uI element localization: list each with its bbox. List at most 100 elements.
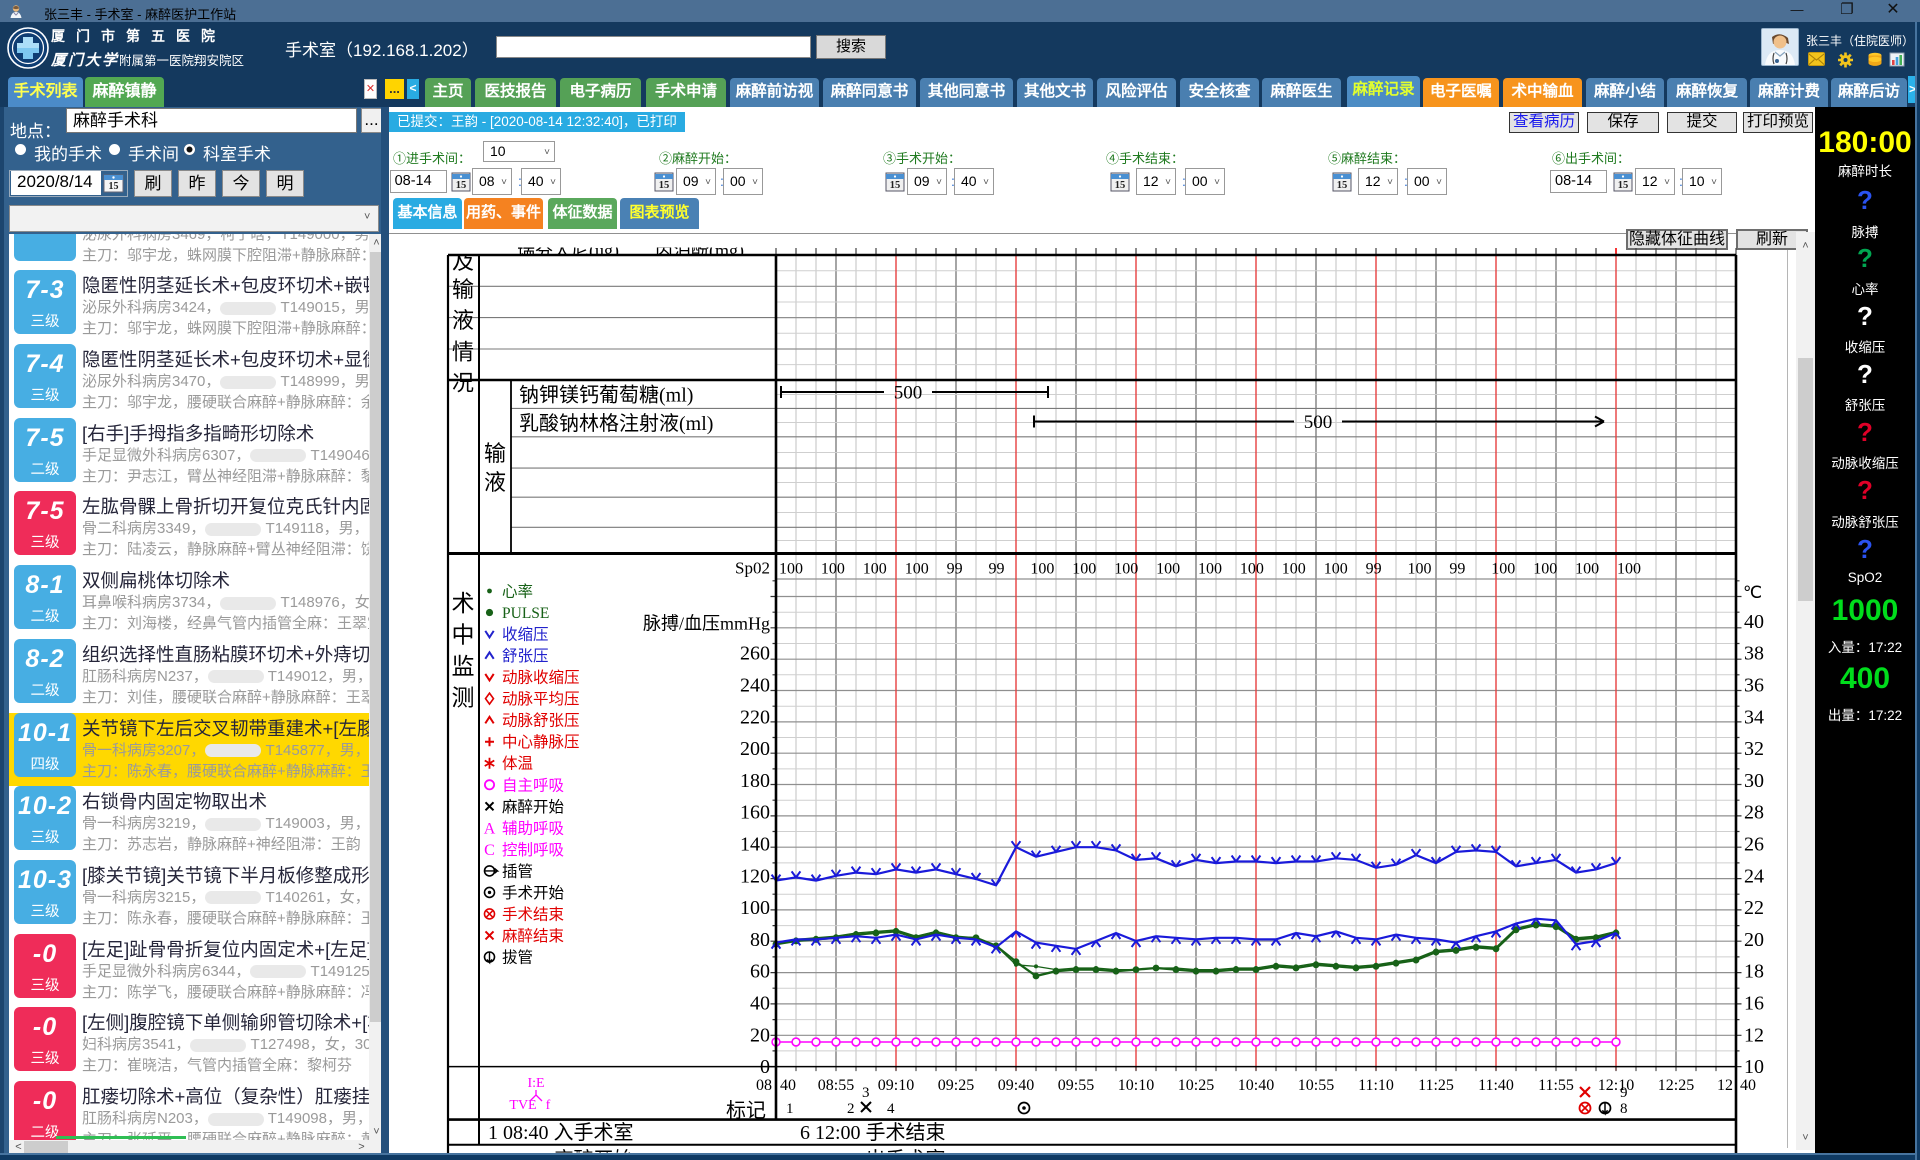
svg-text:38: 38 [1744, 643, 1764, 665]
svg-text:100: 100 [779, 561, 803, 578]
svg-text:100: 100 [1240, 561, 1264, 578]
svg-text:测: 测 [452, 686, 475, 711]
svg-text:99: 99 [947, 561, 963, 578]
svg-text:11:25: 11:25 [1418, 1077, 1454, 1094]
svg-text:100: 100 [1030, 561, 1054, 578]
svg-text:32: 32 [1744, 738, 1764, 760]
svg-text:200: 200 [740, 738, 770, 760]
svg-text:100: 100 [740, 897, 770, 919]
svg-text:液: 液 [484, 470, 506, 495]
svg-text:10:55: 10:55 [1298, 1077, 1334, 1094]
svg-text:100: 100 [1408, 561, 1432, 578]
svg-text:钠钾镁钙葡萄糖(ml): 钠钾镁钙葡萄糖(ml) [519, 384, 693, 407]
svg-text:15: 15 [1115, 180, 1126, 191]
svg-text:PULSE: PULSE [502, 605, 549, 622]
svg-text:中: 中 [452, 623, 475, 648]
svg-text:120: 120 [740, 865, 770, 887]
svg-text:10:10: 10:10 [1118, 1077, 1154, 1094]
svg-text:2: 2 [847, 1101, 855, 1117]
svg-text:140: 140 [740, 834, 770, 856]
svg-text:18: 18 [1744, 961, 1764, 983]
svg-text:术: 术 [452, 591, 475, 616]
svg-text:100: 100 [1617, 561, 1641, 578]
svg-text:15: 15 [109, 181, 119, 192]
svg-text:瑞芬太尼(ug) 丙泊酚(mg): 瑞芬太尼(ug) 丙泊酚(mg) [517, 241, 744, 262]
svg-text:15: 15 [1618, 180, 1629, 191]
svg-text:10: 10 [1744, 1056, 1764, 1078]
svg-text:220: 220 [740, 706, 770, 728]
svg-text:15: 15 [456, 180, 467, 191]
svg-text:中心静脉压: 中心静脉压 [502, 733, 580, 751]
svg-text:脉搏/血压mmHg: 脉搏/血压mmHg [643, 614, 770, 634]
svg-text:动脉收缩压: 动脉收缩压 [502, 669, 580, 687]
svg-text:40: 40 [780, 1077, 796, 1094]
svg-text:液: 液 [452, 308, 474, 333]
svg-text:输: 输 [484, 441, 506, 466]
svg-text:11:40: 11:40 [1478, 1077, 1514, 1094]
svg-text:08: 08 [756, 1077, 772, 1094]
svg-text:12:10: 12:10 [1598, 1077, 1634, 1094]
svg-text:40: 40 [1740, 1077, 1756, 1094]
svg-text:22: 22 [1744, 897, 1764, 919]
svg-text:100: 100 [1533, 561, 1557, 578]
svg-text:15: 15 [1337, 180, 1348, 191]
svg-text:4: 4 [887, 1101, 895, 1117]
svg-text:500: 500 [894, 383, 923, 404]
svg-text:100: 100 [1156, 561, 1180, 578]
svg-text:99: 99 [1366, 561, 1382, 578]
svg-text:辅助呼吸: 辅助呼吸 [502, 819, 564, 837]
svg-text:12: 12 [1744, 1024, 1764, 1046]
svg-text:28: 28 [1744, 802, 1764, 824]
svg-text:拔管: 拔管 [502, 949, 533, 967]
svg-text:6 12:00 手术结束: 6 12:00 手术结束 [800, 1121, 946, 1144]
svg-text:TVE: TVE [509, 1098, 536, 1113]
svg-text:34: 34 [1744, 706, 1764, 728]
svg-text:及: 及 [452, 249, 474, 274]
svg-text:09:55: 09:55 [1058, 1077, 1094, 1094]
svg-text:09:25: 09:25 [938, 1077, 974, 1094]
svg-text:24: 24 [1744, 865, 1764, 887]
svg-text:100: 100 [1575, 561, 1599, 578]
svg-text:100: 100 [1491, 561, 1515, 578]
svg-text:12: 12 [1717, 1077, 1733, 1094]
svg-text:100: 100 [1114, 561, 1138, 578]
svg-text:20: 20 [1744, 929, 1764, 951]
svg-text:20: 20 [750, 1024, 770, 1046]
svg-text:收缩压: 收缩压 [502, 626, 549, 644]
svg-text:A: A [484, 820, 496, 837]
svg-text:240: 240 [740, 675, 770, 697]
svg-text:100: 100 [1324, 561, 1348, 578]
svg-text:15: 15 [659, 180, 670, 191]
svg-text:10:40: 10:40 [1238, 1077, 1274, 1094]
svg-text:30: 30 [1744, 770, 1764, 792]
svg-text:100: 100 [905, 561, 929, 578]
svg-text:情: 情 [452, 339, 474, 364]
svg-text:控制呼吸: 控制呼吸 [502, 841, 564, 859]
svg-text:C: C [484, 842, 495, 859]
svg-text:监: 监 [452, 654, 475, 679]
svg-text:麻醉开始: 麻醉开始 [502, 798, 565, 816]
svg-text:09:10: 09:10 [878, 1077, 914, 1094]
svg-text:9: 9 [1620, 1085, 1628, 1101]
svg-text:Sp02: Sp02 [735, 559, 770, 578]
svg-text:100: 100 [1072, 561, 1096, 578]
svg-text:80: 80 [750, 929, 770, 951]
svg-text:500: 500 [1304, 412, 1333, 433]
svg-text:09:40: 09:40 [998, 1077, 1034, 1094]
svg-text:况: 况 [452, 371, 474, 396]
svg-text:1: 1 [786, 1101, 794, 1117]
svg-text:100: 100 [821, 561, 845, 578]
svg-text:12:25: 12:25 [1658, 1077, 1694, 1094]
svg-text:180: 180 [740, 770, 770, 792]
svg-text:f: f [546, 1098, 551, 1113]
svg-text:100: 100 [1282, 561, 1306, 578]
svg-text:手术开始: 手术开始 [502, 884, 565, 902]
svg-text:16: 16 [1744, 993, 1764, 1015]
svg-text:体温: 体温 [502, 755, 533, 773]
svg-text:10:25: 10:25 [1178, 1077, 1214, 1094]
svg-text:36: 36 [1744, 675, 1764, 697]
svg-text:40: 40 [1744, 611, 1764, 633]
svg-text:舒张压: 舒张压 [502, 647, 549, 665]
svg-text:℃: ℃ [1743, 583, 1762, 602]
svg-text:手术结束: 手术结束 [502, 905, 564, 923]
